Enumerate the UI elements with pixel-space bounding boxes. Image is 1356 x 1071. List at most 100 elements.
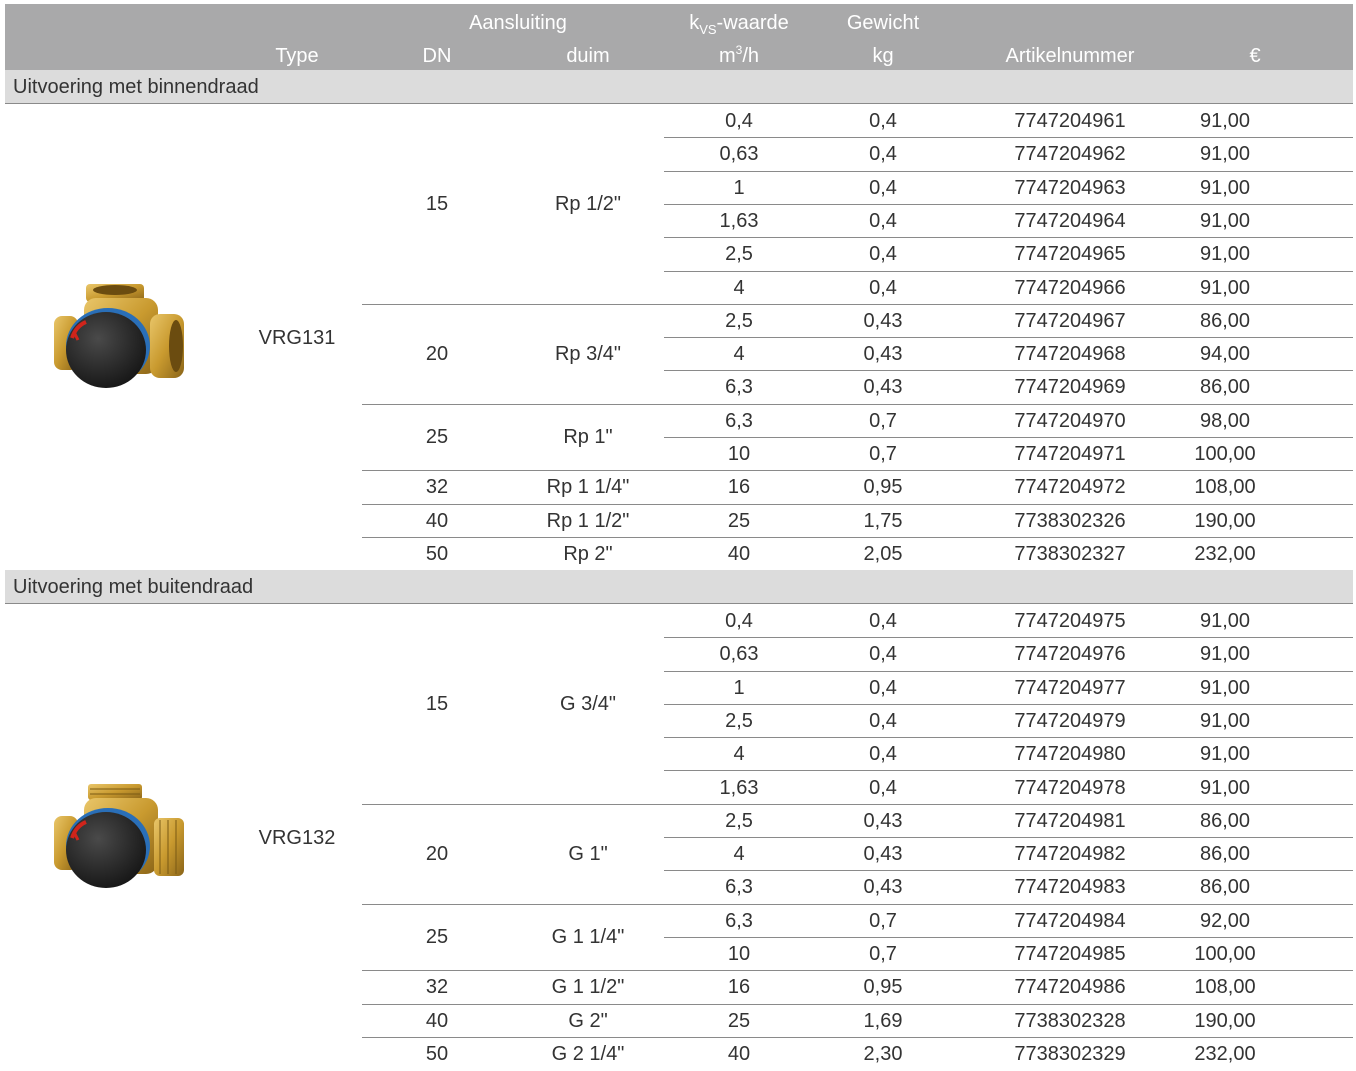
kvs-value: 4 <box>733 343 745 366</box>
kvs-value: 40 <box>727 542 751 565</box>
weight-value: 1,75 <box>863 509 903 532</box>
connection-size: G 2 1/4" <box>551 1042 625 1065</box>
kvs-value: 6,3 <box>725 876 753 899</box>
price-value: 91,00 <box>1199 209 1251 232</box>
weight-value: 0,7 <box>869 909 897 932</box>
price-value: 108,00 <box>1194 476 1256 499</box>
type-label: VRG131 <box>258 327 336 350</box>
dn-value: 40 <box>425 1009 449 1032</box>
connection-size: G 3/4" <box>559 693 616 716</box>
price-value: 86,00 <box>1199 809 1251 832</box>
article-number: 7747204972 <box>1014 476 1126 499</box>
kvs-value: 2,5 <box>725 709 753 732</box>
connection-size: Rp 1 1/4" <box>546 476 630 499</box>
header-kvs-rest: -waarde <box>716 12 789 34</box>
weight-value: 0,43 <box>863 876 903 899</box>
weight-value: 0,4 <box>869 276 897 299</box>
kvs-value: 16 <box>727 476 751 499</box>
dn-value: 32 <box>425 476 449 499</box>
article-number: 7747204983 <box>1014 876 1126 899</box>
kvs-value: 0,63 <box>719 643 759 666</box>
header-duim: duim <box>566 45 610 67</box>
header-euro: € <box>1249 45 1261 67</box>
weight-value: 1,69 <box>863 1009 903 1032</box>
kvs-value: 25 <box>727 1009 751 1032</box>
kvs-value: 0,63 <box>719 143 759 166</box>
kvs-value: 1,63 <box>719 209 759 232</box>
article-number: 7738302326 <box>1014 509 1126 532</box>
kvs-value: 1 <box>733 176 745 199</box>
section-header-0: Uitvoering met binnendraad <box>5 70 1353 104</box>
dn-value: 25 <box>425 426 449 449</box>
header-kvs: kVS-waarde <box>664 11 814 37</box>
article-number: 7747204964 <box>1014 209 1126 232</box>
price-value: 91,00 <box>1199 643 1251 666</box>
header-kvs-k: k <box>689 12 700 34</box>
article-number: 7747204970 <box>1014 409 1126 432</box>
article-number: 7738302329 <box>1014 1042 1126 1065</box>
article-number: 7747204971 <box>1014 443 1126 465</box>
article-number: 7747204965 <box>1014 243 1126 266</box>
article-number: 7747204979 <box>1014 709 1126 732</box>
kvs-value: 4 <box>733 276 745 299</box>
price-value: 232,00 <box>1194 542 1256 565</box>
price-value: 91,00 <box>1199 610 1251 632</box>
weight-value: 0,95 <box>863 976 903 999</box>
weight-value: 0,4 <box>869 709 897 732</box>
weight-value: 0,43 <box>863 343 903 366</box>
weight-value: 0,7 <box>869 943 897 965</box>
valve-external-thread-icon <box>50 780 190 905</box>
article-number: 7747204981 <box>1014 809 1126 832</box>
article-number: 7747204966 <box>1014 276 1126 299</box>
price-value: 86,00 <box>1199 309 1251 332</box>
kvs-value: 6,3 <box>725 409 753 432</box>
header-dn: DN <box>422 45 452 67</box>
kvs-value: 2,5 <box>725 243 753 266</box>
connection-size: Rp 1" <box>563 426 613 449</box>
weight-value: 0,95 <box>863 476 903 499</box>
section-header-1: Uitvoering met buitendraad <box>5 570 1353 604</box>
kvs-value: 4 <box>733 743 745 766</box>
weight-value: 0,4 <box>869 110 897 132</box>
kvs-value: 0,4 <box>725 110 753 132</box>
connection-size: Rp 3/4" <box>554 343 622 366</box>
weight-value: 0,43 <box>863 843 903 866</box>
article-number: 7747204985 <box>1014 943 1126 965</box>
kvs-value: 2,5 <box>725 309 753 332</box>
price-value: 190,00 <box>1194 509 1256 532</box>
header-gewicht: Gewicht <box>846 12 920 34</box>
header-type: Type <box>275 45 319 67</box>
dn-value: 20 <box>425 843 449 866</box>
dn-value: 50 <box>425 542 449 565</box>
article-number: 7747204975 <box>1014 610 1126 632</box>
price-value: 86,00 <box>1199 876 1251 899</box>
article-number: 7738302327 <box>1014 542 1126 565</box>
price-value: 91,00 <box>1199 176 1251 199</box>
kvs-value: 4 <box>733 843 745 866</box>
price-value: 92,00 <box>1199 909 1251 932</box>
price-value: 91,00 <box>1199 276 1251 299</box>
article-number: 7747204968 <box>1014 343 1126 366</box>
weight-value: 0,7 <box>869 443 897 465</box>
article-number: 7747204962 <box>1014 143 1126 166</box>
article-number: 7747204961 <box>1014 110 1126 132</box>
weight-value: 2,30 <box>863 1042 903 1065</box>
table-header: Aansluiting Type DN duim kVS-waarde m3/h… <box>5 4 1353 70</box>
article-number: 7747204982 <box>1014 843 1126 866</box>
price-value: 190,00 <box>1194 1009 1256 1032</box>
weight-value: 0,4 <box>869 743 897 766</box>
weight-value: 0,4 <box>869 176 897 199</box>
price-value: 91,00 <box>1199 110 1251 132</box>
price-value: 86,00 <box>1199 843 1251 866</box>
weight-value: 0,43 <box>863 376 903 399</box>
price-value: 98,00 <box>1199 409 1251 432</box>
article-number: 7738302328 <box>1014 1009 1126 1032</box>
connection-size: Rp 1/2" <box>554 193 622 216</box>
connection-size: G 1" <box>568 843 608 866</box>
price-value: 108,00 <box>1194 976 1256 999</box>
weight-value: 0,4 <box>869 676 897 699</box>
price-value: 94,00 <box>1199 343 1251 366</box>
weight-value: 0,4 <box>869 610 897 632</box>
header-kvs-unit-rest: /h <box>742 45 760 67</box>
header-kvs-unit-m: m <box>718 45 736 67</box>
